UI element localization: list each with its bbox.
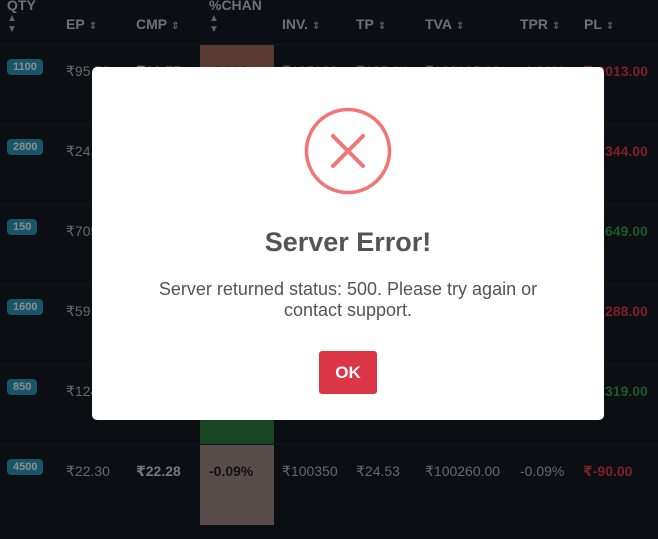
dialog-title: Server Error!: [264, 227, 432, 257]
ok-button[interactable]: OK: [319, 351, 377, 394]
error-x-icon: [304, 107, 392, 195]
dialog-message: Server returned status: 500. Please try …: [158, 279, 538, 320]
error-dialog: Server Error! Server returned status: 50…: [92, 67, 604, 420]
